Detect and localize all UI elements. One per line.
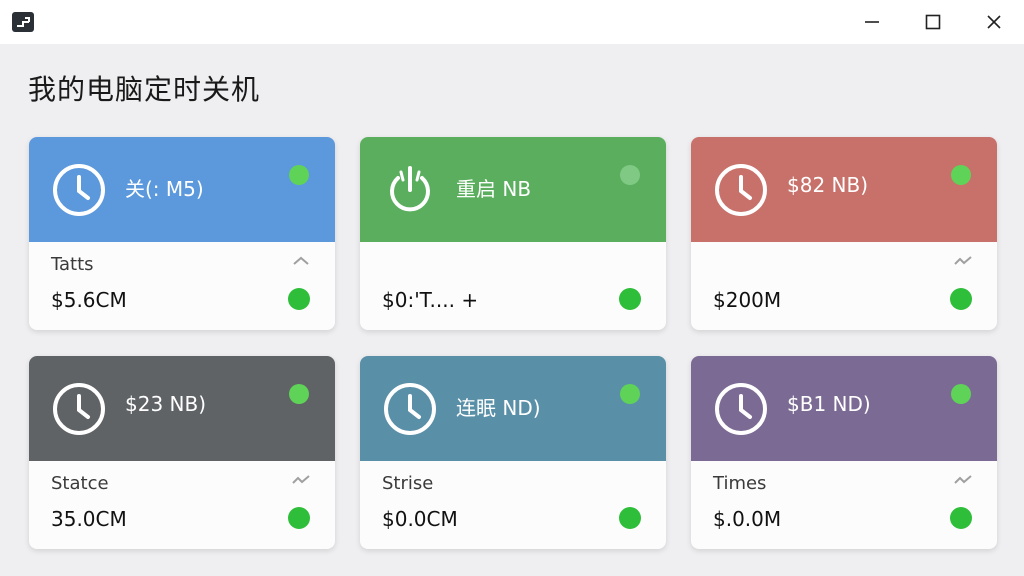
trend-icon[interactable] <box>953 254 973 268</box>
timer-card[interactable]: $23 NB) Statce 35.0CM <box>29 356 335 549</box>
card-header-label: $82 NB) <box>787 173 869 197</box>
status-dot <box>289 384 309 404</box>
title-bar <box>0 0 1024 44</box>
status-dot <box>289 165 309 185</box>
clock-icon <box>53 164 105 216</box>
card-header: $B1 ND) <box>691 356 997 461</box>
minimize-button[interactable] <box>842 0 902 44</box>
card-body-value: $0:'T.... + <box>382 288 479 312</box>
card-body-value: $200M <box>713 288 782 312</box>
card-header-label: 关(: M5) <box>125 177 204 201</box>
clock-icon <box>384 383 436 435</box>
trend-icon[interactable] <box>291 473 311 487</box>
status-dot <box>951 384 971 404</box>
card-body-label: Strise <box>382 473 434 494</box>
chevron-up-icon[interactable] <box>291 254 311 268</box>
timer-card[interactable]: $82 NB) $200M <box>691 137 997 330</box>
clock-icon <box>715 164 767 216</box>
close-icon <box>987 15 1001 29</box>
status-dot <box>619 507 641 529</box>
timer-card[interactable]: $B1 ND) Times $.0.0M <box>691 356 997 549</box>
card-header: 重启 NB <box>360 137 666 242</box>
card-body-label: Tatts <box>51 254 94 275</box>
card-body: Times $.0.0M <box>691 461 997 549</box>
card-body-value: $0.0CM <box>382 507 458 531</box>
status-dot <box>951 165 971 185</box>
card-header-label: 连眠 ND) <box>456 396 541 420</box>
app-logo-icon <box>12 12 34 32</box>
status-dot <box>288 288 310 310</box>
timer-card[interactable]: 重启 NB $0:'T.... + <box>360 137 666 330</box>
card-header: $23 NB) <box>29 356 335 461</box>
card-header: $82 NB) <box>691 137 997 242</box>
card-body: Strise $0.0CM <box>360 461 666 549</box>
card-body: $200M <box>691 242 997 330</box>
app-window: 我的电脑定时关机 关(: M5) Tatts $5.6CM 重启 NB $0:'… <box>0 0 1024 576</box>
power-icon <box>390 166 430 212</box>
minimize-icon <box>865 21 879 23</box>
maximize-icon <box>925 14 941 30</box>
status-dot <box>620 165 640 185</box>
card-header-label: $23 NB) <box>125 392 207 416</box>
page-title: 我的电脑定时关机 <box>28 73 261 106</box>
status-dot <box>620 384 640 404</box>
close-button[interactable] <box>964 0 1024 44</box>
status-dot <box>950 288 972 310</box>
card-header: 关(: M5) <box>29 137 335 242</box>
status-dot <box>619 288 641 310</box>
card-body-value: 35.0CM <box>51 507 127 531</box>
card-body-label: Times <box>713 473 767 494</box>
card-body-label: Statce <box>51 473 109 494</box>
status-dot <box>288 507 310 529</box>
card-header: 连眠 ND) <box>360 356 666 461</box>
card-body: $0:'T.... + <box>360 242 666 330</box>
trend-icon[interactable] <box>953 473 973 487</box>
timer-card[interactable]: 连眠 ND) Strise $0.0CM <box>360 356 666 549</box>
clock-icon <box>715 383 767 435</box>
card-header-label: $B1 ND) <box>787 392 871 416</box>
card-body: Statce 35.0CM <box>29 461 335 549</box>
card-body-value: $5.6CM <box>51 288 127 312</box>
status-dot <box>950 507 972 529</box>
card-body: Tatts $5.6CM <box>29 242 335 330</box>
clock-icon <box>53 383 105 435</box>
card-body-value: $.0.0M <box>713 507 782 531</box>
card-header-label: 重启 NB <box>456 177 532 201</box>
maximize-button[interactable] <box>903 0 963 44</box>
timer-card[interactable]: 关(: M5) Tatts $5.6CM <box>29 137 335 330</box>
